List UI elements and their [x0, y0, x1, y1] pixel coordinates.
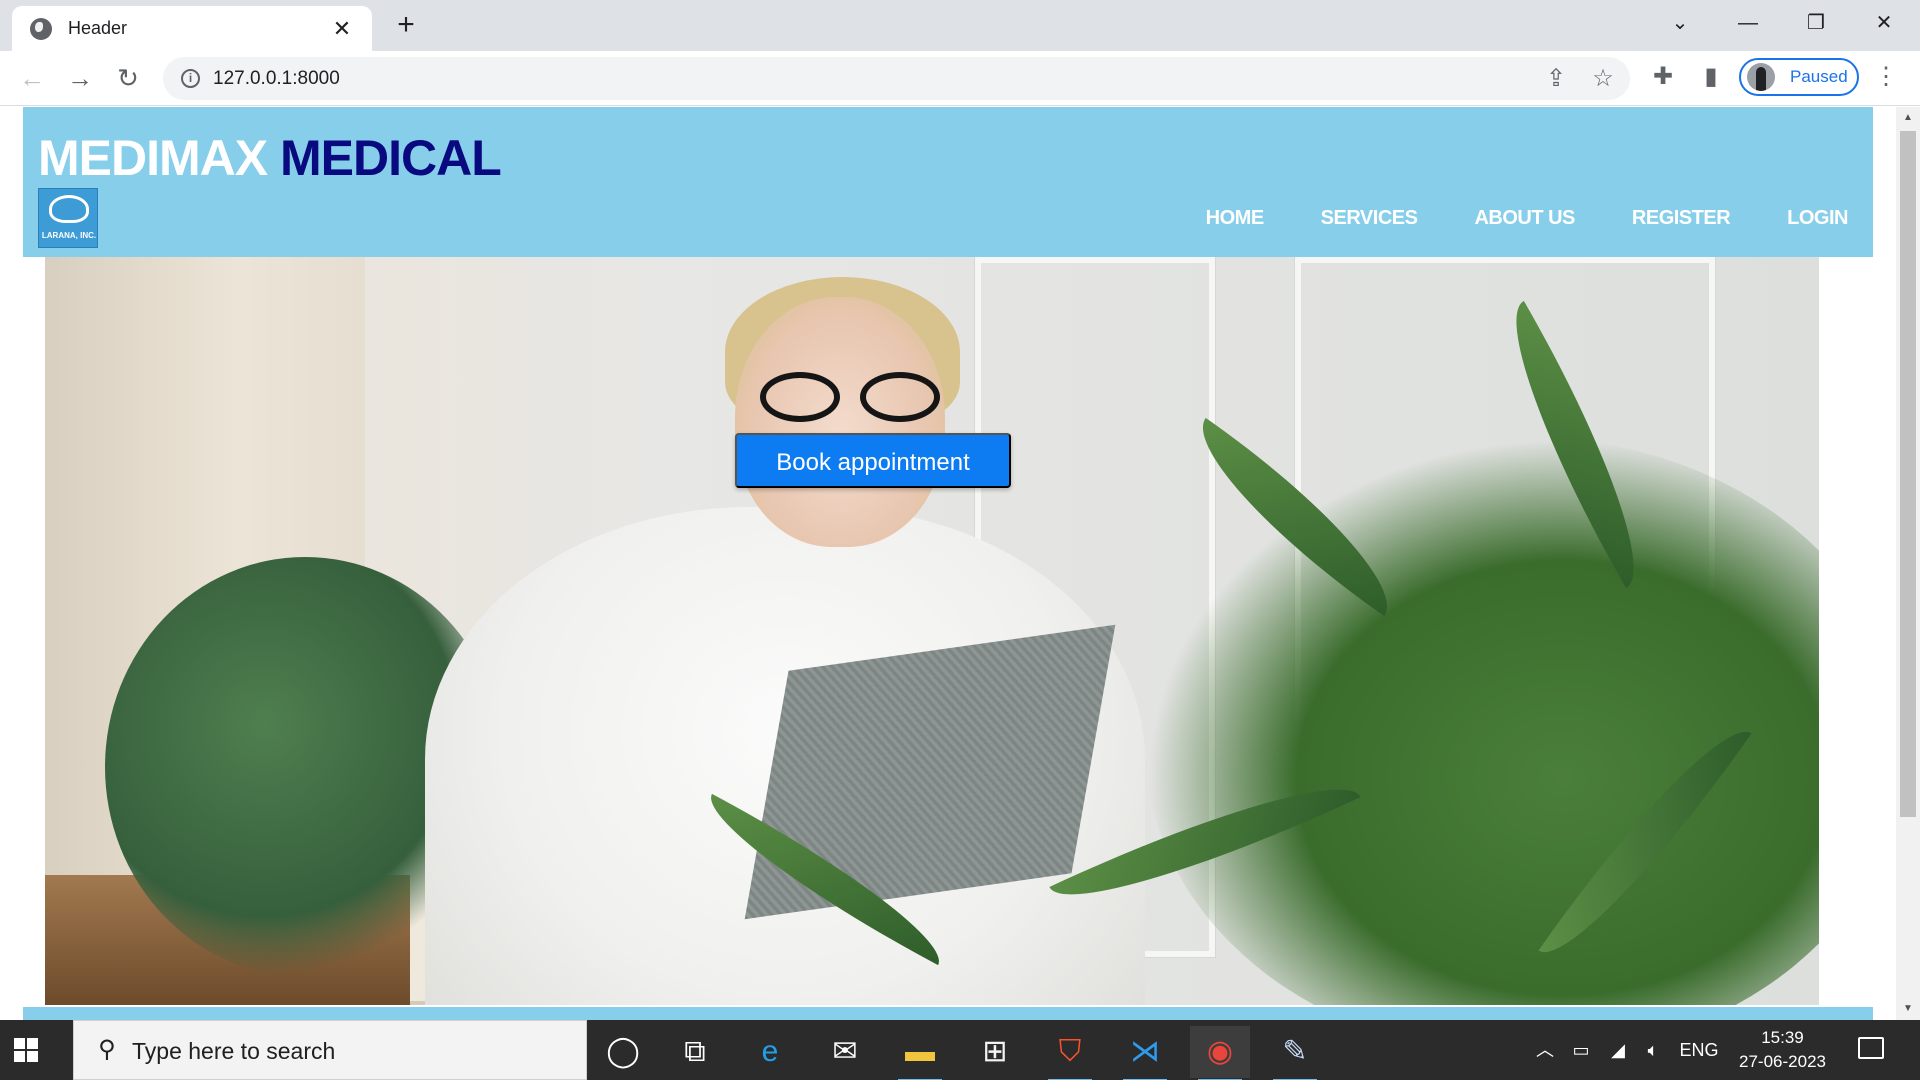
store-icon[interactable]: ⊞	[965, 1026, 1025, 1078]
site-header: MEDIMAX MEDICAL LARANA, INC. HOME SERVIC…	[23, 107, 1873, 257]
book-appointment-button[interactable]: Book appointment	[735, 433, 1011, 488]
page-scrollbar[interactable]: ▲ ▼	[1896, 107, 1920, 1020]
nav-services[interactable]: SERVICES	[1321, 207, 1418, 230]
glasses-shape	[760, 372, 950, 422]
globe-icon	[30, 17, 52, 40]
star-icon[interactable]: ☆	[1590, 66, 1616, 92]
hero-plant-right	[1145, 437, 1819, 1005]
forward-button[interactable]: →	[64, 63, 96, 95]
clock-time: 15:39	[1761, 1028, 1804, 1047]
url-text[interactable]: 127.0.0.1:8000	[213, 68, 340, 90]
profile-status: Paused	[1790, 67, 1848, 86]
minimize-button[interactable]: —	[1728, 8, 1768, 38]
logo-text: LARANA, INC.	[41, 231, 97, 240]
site-brand[interactable]: MEDIMAX MEDICAL	[38, 129, 502, 187]
nav-login[interactable]: LOGIN	[1787, 207, 1848, 230]
taskbar-search-placeholder: Type here to search	[132, 1038, 336, 1064]
site-logo[interactable]: LARANA, INC.	[38, 188, 98, 248]
task-view-icon[interactable]: ⧉	[665, 1026, 725, 1078]
taskbar-search-box[interactable]: ⚲ Type here to search	[73, 1020, 587, 1080]
search-icon: ⚲	[98, 1036, 116, 1063]
battery-icon[interactable]: ▭	[1568, 1037, 1594, 1063]
info-icon[interactable]: i	[181, 69, 200, 88]
scroll-thumb[interactable]	[1900, 131, 1916, 817]
main-nav: HOME SERVICES ABOUT US REGISTER LOGIN	[1206, 207, 1873, 230]
notification-icon[interactable]	[1858, 1037, 1884, 1059]
show-hidden-icons-chevron-icon[interactable]: ︿	[1533, 1037, 1557, 1063]
new-tab-button[interactable]: +	[390, 10, 422, 42]
restore-button[interactable]: ❐	[1796, 8, 1836, 38]
tab-close-icon[interactable]: ✕	[330, 16, 354, 41]
hero-image: Book appointment	[45, 257, 1819, 1005]
scroll-down-icon[interactable]: ▼	[1896, 1000, 1920, 1018]
browser-tab[interactable]: Header ✕	[12, 6, 372, 51]
reload-button[interactable]: ↻	[112, 63, 144, 95]
browser-tabstrip: Header ✕ + ⌄ — ❐ ✕	[0, 0, 1920, 51]
language-indicator[interactable]: ENG	[1677, 1037, 1721, 1063]
cortana-icon[interactable]: ◯	[593, 1026, 653, 1078]
address-bar[interactable]: i 127.0.0.1:8000 ⇪ ☆	[163, 57, 1630, 100]
extensions-icon[interactable]: ✚	[1649, 63, 1677, 91]
side-panel-icon[interactable]: ▮	[1697, 63, 1725, 91]
volume-icon[interactable]: 🔈︎	[1640, 1037, 1666, 1063]
doctor-head	[735, 297, 945, 547]
back-button[interactable]: ←	[16, 63, 48, 95]
profile-button[interactable]: Paused	[1739, 58, 1859, 96]
mail-icon[interactable]: ✉	[815, 1026, 875, 1078]
taskbar-clock[interactable]: 15:39 27-06-2023	[1730, 1026, 1835, 1074]
nav-about-us[interactable]: ABOUT US	[1474, 207, 1575, 230]
scroll-up-icon[interactable]: ▲	[1896, 109, 1920, 127]
clock-date: 27-06-2023	[1739, 1052, 1826, 1071]
windows-taskbar: ⚲ Type here to search ◯ ⧉ e ✉ ▬ ⊞ ⛉ ⋊ ◉ …	[0, 1020, 1920, 1080]
footer-strip	[23, 1007, 1873, 1020]
heart-logo-icon	[49, 195, 89, 223]
avatar	[1747, 63, 1775, 91]
share-icon[interactable]: ⇪	[1543, 66, 1569, 92]
chrome-icon[interactable]: ◉	[1190, 1026, 1250, 1080]
page-viewport: MEDIMAX MEDICAL LARANA, INC. HOME SERVIC…	[0, 107, 1920, 1020]
edge-icon[interactable]: e	[740, 1026, 800, 1078]
browser-toolbar: ← → ↻ i 127.0.0.1:8000 ⇪ ☆	[0, 51, 1920, 106]
tab-search-icon[interactable]: ⌄	[1660, 8, 1700, 38]
menu-icon[interactable]: ⋮	[1872, 63, 1900, 91]
file-explorer-icon[interactable]: ▬	[890, 1026, 950, 1080]
brave-icon[interactable]: ⛉	[1040, 1026, 1100, 1080]
tab-title: Header	[68, 18, 128, 38]
windows-start-icon[interactable]	[14, 1038, 38, 1062]
wifi-icon[interactable]: ◢	[1605, 1037, 1631, 1063]
nav-home[interactable]: HOME	[1206, 207, 1265, 230]
paint-icon[interactable]: ✎	[1265, 1026, 1325, 1080]
nav-register[interactable]: REGISTER	[1632, 207, 1731, 230]
brand-name-part2: MEDICAL	[280, 130, 502, 186]
brand-name-part1: MEDIMAX	[38, 130, 268, 186]
close-window-button[interactable]: ✕	[1864, 8, 1904, 38]
vscode-icon[interactable]: ⋊	[1115, 1026, 1175, 1080]
